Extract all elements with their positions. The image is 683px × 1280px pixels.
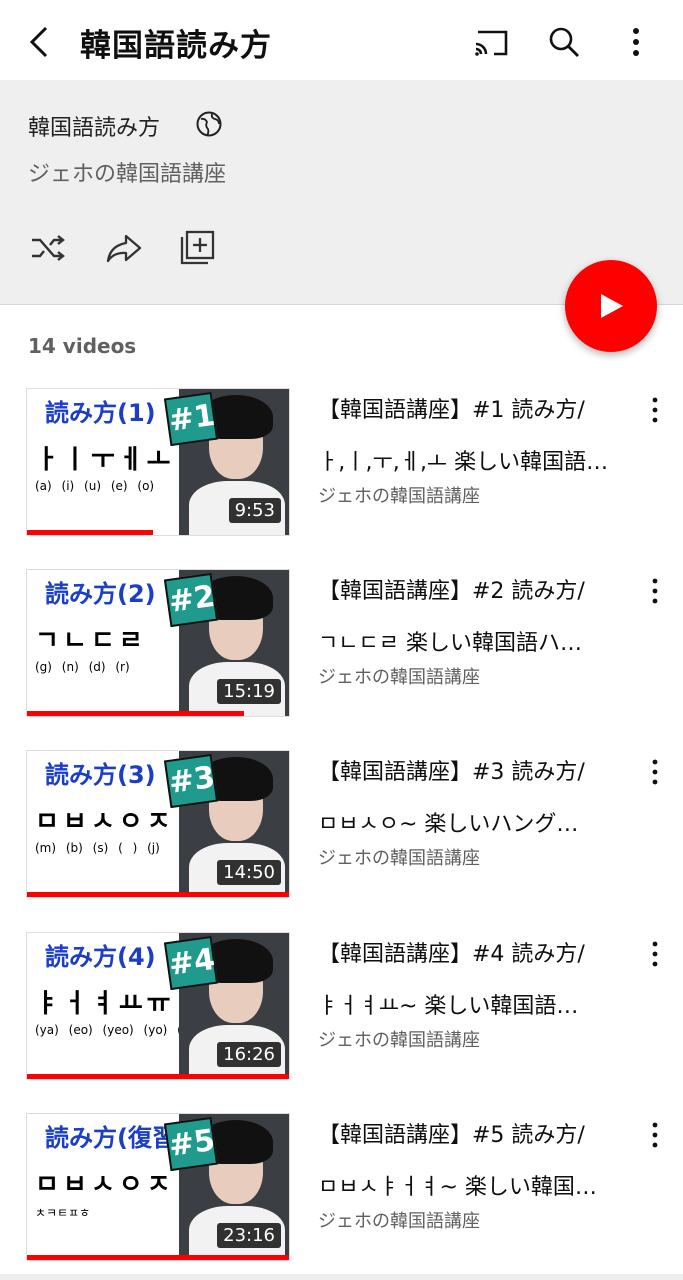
watch-progress-bar — [27, 892, 289, 897]
video-title-line-2[interactable]: ㅑㅓㅕㅛ~ 楽しい韓国語… — [318, 988, 578, 1020]
watch-progress-bar — [27, 1074, 289, 1079]
episode-badge: #3 — [163, 753, 219, 809]
thumbnail-romanization: (a) (i) (u) (e) (o) — [35, 479, 155, 493]
thumbnail-romanization: (m) (b) (s) ( ) (j) — [35, 841, 160, 855]
thumbnail-hangul: ㄱㄴㄷㄹ — [35, 626, 147, 656]
video-channel: ジェホの韓国語講座 — [318, 848, 480, 869]
more-vert-icon[interactable] — [648, 396, 662, 424]
play-all-button[interactable] — [565, 260, 657, 352]
list-end-divider — [0, 1274, 683, 1280]
watch-progress-bar — [27, 1255, 289, 1260]
back-arrow-icon[interactable] — [22, 22, 58, 62]
thumbnail-heading: 読み方(1) — [45, 399, 156, 427]
share-icon[interactable] — [104, 228, 144, 268]
playlist-channel[interactable]: ジェホの韓国語講座 — [28, 156, 226, 188]
video-channel: ジェホの韓国語講座 — [318, 1030, 480, 1051]
video-thumbnail[interactable]: 読み方(2) ㄱㄴㄷㄹ (g) (n) (d) (r) #2 15:19 — [26, 569, 290, 717]
cast-icon[interactable] — [472, 22, 512, 62]
more-vert-icon[interactable] — [648, 577, 662, 605]
more-vert-icon[interactable] — [648, 1121, 662, 1149]
top-app-bar: 韓国語読み方 — [0, 0, 683, 80]
video-title-line-1[interactable]: 【韓国語講座】#1 読み方/ — [318, 392, 585, 424]
add-to-playlist-icon[interactable] — [178, 228, 218, 268]
episode-badge: #5 — [163, 1116, 219, 1172]
thumbnail-graphic: 読み方(4) ㅑㅓㅕㅛㅠ (ya) (eo) (yeo) (yo) (yu) — [27, 933, 201, 1079]
thumbnail-heading: 読み方(2) — [45, 580, 156, 608]
video-title-line-2[interactable]: ㄱㄴㄷㄹ 楽しい韓国語ハ… — [318, 625, 582, 657]
thumbnail-hangul: ㅑㅓㅕㅛㅠ — [35, 989, 175, 1019]
shuffle-icon[interactable] — [28, 228, 68, 268]
video-thumbnail[interactable]: 読み方(1) ㅏㅣㅜㅔㅗ (a) (i) (u) (e) (o) #1 9:53 — [26, 388, 290, 536]
video-title-line-2[interactable]: ㅏ,ㅣ,ㅜ,ㅔ,ㅗ 楽しい韓国語… — [318, 444, 608, 476]
list-item[interactable]: 読み方(4) ㅑㅓㅕㅛㅠ (ya) (eo) (yeo) (yo) (yu) #… — [0, 932, 683, 1092]
video-title-line-2[interactable]: ㅁㅂㅅㅇ~ 楽しいハング… — [318, 806, 578, 838]
more-vert-icon[interactable] — [648, 940, 662, 968]
video-title-line-1[interactable]: 【韓国語講座】#5 読み方/ — [318, 1117, 585, 1149]
thumbnail-romanization: (g) (n) (d) (r) — [35, 660, 130, 674]
list-item[interactable]: 読み方(3) ㅁㅂㅅㅇㅈ (m) (b) (s) ( ) (j) #3 14:5… — [0, 750, 683, 910]
duration-badge: 16:26 — [217, 1042, 281, 1067]
list-item[interactable]: 読み方(2) ㄱㄴㄷㄹ (g) (n) (d) (r) #2 15:19 【韓国… — [0, 569, 683, 729]
video-thumbnail[interactable]: 読み方(3) ㅁㅂㅅㅇㅈ (m) (b) (s) ( ) (j) #3 14:5… — [26, 750, 290, 898]
duration-badge: 14:50 — [217, 860, 281, 885]
video-thumbnail[interactable]: 読み方(復習) ㅁㅂㅅㅇㅈ ㅊㅋㅌㅍㅎ #5 23:16 — [26, 1113, 290, 1261]
episode-badge: #2 — [163, 572, 219, 628]
duration-badge: 15:19 — [217, 679, 281, 704]
list-item[interactable]: 読み方(1) ㅏㅣㅜㅔㅗ (a) (i) (u) (e) (o) #1 9:53… — [0, 388, 683, 548]
episode-badge: #1 — [163, 391, 219, 447]
video-title-line-1[interactable]: 【韓国語講座】#3 読み方/ — [318, 754, 585, 786]
thumbnail-graphic: 読み方(復習) ㅁㅂㅅㅇㅈ ㅊㅋㅌㅍㅎ — [27, 1114, 187, 1260]
thumbnail-romanization: (ya) (eo) (yeo) (yo) (yu) — [35, 1023, 202, 1037]
thumbnail-hangul: ㅏㅣㅜㅔㅗ — [35, 445, 175, 475]
video-title-line-1[interactable]: 【韓国語講座】#4 読み方/ — [318, 936, 585, 968]
video-thumbnail[interactable]: 読み方(4) ㅑㅓㅕㅛㅠ (ya) (eo) (yeo) (yo) (yu) #… — [26, 932, 290, 1080]
more-vert-icon[interactable] — [648, 758, 662, 786]
thumbnail-graphic: 読み方(1) ㅏㅣㅜㅔㅗ (a) (i) (u) (e) (o) — [27, 389, 179, 535]
list-item[interactable]: 読み方(復習) ㅁㅂㅅㅇㅈ ㅊㅋㅌㅍㅎ #5 23:16 【韓国語講座】#5 読… — [0, 1113, 683, 1273]
video-channel: ジェホの韓国語講座 — [318, 667, 480, 688]
thumbnail-romanization: ㅊㅋㅌㅍㅎ — [35, 1206, 91, 1220]
thumbnail-heading: 読み方(3) — [45, 761, 156, 789]
globe-icon — [196, 111, 222, 137]
thumbnail-heading: 読み方(4) — [45, 943, 156, 971]
duration-badge: 9:53 — [228, 498, 281, 523]
thumbnail-hangul: ㅁㅂㅅㅇㅈ — [35, 1170, 175, 1200]
playlist-title: 韓国語読み方 — [28, 116, 161, 141]
video-count: 14 videos — [28, 334, 137, 358]
watch-progress-bar — [27, 530, 153, 535]
duration-badge: 23:16 — [217, 1223, 281, 1248]
video-channel: ジェホの韓国語講座 — [318, 486, 480, 507]
episode-badge: #4 — [163, 935, 219, 991]
thumbnail-graphic: 読み方(3) ㅁㅂㅅㅇㅈ (m) (b) (s) ( ) (j) — [27, 751, 179, 897]
search-icon[interactable] — [544, 22, 584, 62]
video-title-line-1[interactable]: 【韓国語講座】#2 読み方/ — [318, 573, 585, 605]
play-icon — [601, 294, 623, 318]
video-title-line-2[interactable]: ㅁㅂㅅㅑㅓㅕ~ 楽しい韓国… — [318, 1169, 597, 1201]
watch-progress-bar — [27, 711, 245, 716]
page-title: 韓国語読み方 — [80, 28, 272, 64]
video-channel: ジェホの韓国語講座 — [318, 1211, 480, 1232]
more-vert-icon[interactable] — [616, 22, 656, 62]
thumbnail-graphic: 読み方(2) ㄱㄴㄷㄹ (g) (n) (d) (r) — [27, 570, 179, 716]
thumbnail-hangul: ㅁㅂㅅㅇㅈ — [35, 807, 175, 837]
